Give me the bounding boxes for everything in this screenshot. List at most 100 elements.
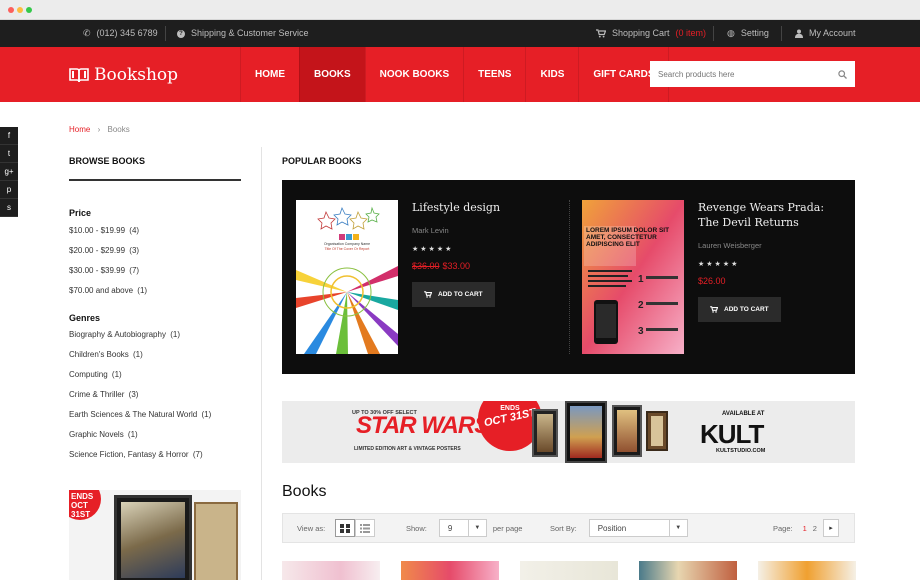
- nav-teens[interactable]: TEENS: [463, 47, 525, 102]
- caret-down-icon: ▼: [467, 520, 486, 536]
- genre-filter-item[interactable]: Children's Books (1): [69, 350, 241, 359]
- minimize-window-dot[interactable]: [17, 7, 23, 13]
- user-icon: [795, 29, 803, 38]
- book-thumbnail[interactable]: [758, 561, 856, 580]
- item-divider: [569, 200, 570, 354]
- book-title[interactable]: Revenge Wears Prada: The Devil Returns: [698, 200, 838, 230]
- chevron-right-icon: ▸: [829, 525, 833, 532]
- sort-group: Sort By: Position ▼: [550, 514, 688, 542]
- top-bar: ✆ (012) 345 6789 ? Shipping & Customer S…: [0, 20, 920, 47]
- nav-kids[interactable]: KIDS: [525, 47, 578, 102]
- rating-stars: ★★★★★: [698, 261, 740, 268]
- setting-link[interactable]: ◍ Setting: [727, 20, 769, 47]
- info-icon: ?: [177, 29, 185, 38]
- grid-view-button[interactable]: [335, 519, 356, 537]
- caret-down-icon: ▼: [668, 520, 687, 536]
- main-nav: HOME BOOKS NOOK BOOKS TEENS KIDS GIFT CA…: [240, 47, 670, 102]
- book-cover[interactable]: Organisation Company Name Title Of The C…: [296, 200, 398, 354]
- view-as-label: View as:: [297, 523, 326, 533]
- genre-filter-item[interactable]: Graphic Novels (1): [69, 430, 241, 439]
- my-account-link[interactable]: My Account: [795, 20, 856, 47]
- book-thumbnail[interactable]: [639, 561, 737, 580]
- pagination: Page: 1 2 ▸: [773, 514, 839, 542]
- book-title[interactable]: Lifestyle design: [412, 200, 552, 215]
- cart-icon: [710, 306, 718, 313]
- chevron-right-icon: ›: [97, 125, 101, 134]
- maximize-window-dot[interactable]: [26, 7, 32, 13]
- poster-frame: [646, 411, 668, 451]
- genre-filter-item[interactable]: Earth Sciences & The Natural World (1): [69, 410, 241, 419]
- price-filter-item[interactable]: $70.00 and above (1): [69, 286, 241, 295]
- cart-count: (0 item): [675, 28, 707, 38]
- cover-text: LOREM IPSUM DOLOR SIT AMET, CONSECTETUR …: [586, 227, 670, 248]
- twitter-icon[interactable]: t: [0, 145, 18, 163]
- genres-heading: Genres: [69, 313, 101, 323]
- genre-filter-item[interactable]: Crime & Thriller (3): [69, 390, 241, 399]
- svg-text:1: 1: [638, 274, 644, 285]
- browse-sidebar: BROWSE BOOKS Price $10.00 - $19.99 (4) $…: [69, 156, 241, 459]
- per-page-select[interactable]: 9 ▼: [438, 519, 487, 537]
- book-thumbnail[interactable]: [520, 561, 618, 580]
- page-link[interactable]: 2: [813, 524, 817, 533]
- price-filter-item[interactable]: $30.00 - $39.99 (7): [69, 266, 241, 275]
- sidebar-title: BROWSE BOOKS: [69, 156, 241, 181]
- book-cover[interactable]: 1 2 3 LOREM IPSUM DOLOR SIT AMET, CONSEC…: [582, 200, 684, 354]
- nav-nook-books[interactable]: NOOK BOOKS: [364, 47, 463, 102]
- svg-text:2: 2: [638, 300, 644, 311]
- globe-icon: ◍: [727, 28, 735, 38]
- cover-company: Organisation Company Name: [323, 242, 371, 246]
- promo-available-text: AVAILABLE AT: [722, 411, 765, 417]
- genre-filter-item[interactable]: Science Fiction, Fantasy & Horror (7): [69, 450, 241, 459]
- price-filter-item[interactable]: $10.00 - $19.99 (4): [69, 226, 241, 235]
- phone-icon: ✆: [83, 28, 91, 38]
- book-thumbnail[interactable]: [401, 561, 499, 580]
- books-heading: Books: [282, 483, 327, 500]
- next-page-button[interactable]: ▸: [822, 519, 839, 537]
- search-input[interactable]: [658, 69, 838, 79]
- shopping-cart-link[interactable]: Shopping Cart (0 item): [596, 20, 706, 47]
- add-to-cart-button[interactable]: ADD TO CART: [698, 297, 781, 322]
- poster-frame: [612, 405, 642, 457]
- search-icon[interactable]: [838, 69, 847, 79]
- promo-brand: KULT: [700, 419, 764, 449]
- skype-icon[interactable]: s: [0, 199, 18, 217]
- site-logo[interactable]: Bookshop: [69, 47, 178, 102]
- genre-filter-item[interactable]: Computing (1): [69, 370, 241, 379]
- account-label: My Account: [809, 28, 856, 38]
- promo-banner[interactable]: UP TO 30% OFF SELECT STAR WARS LIMITED E…: [282, 401, 855, 463]
- genre-filter-item[interactable]: Biography & Autobiography (1): [69, 330, 241, 339]
- nav-home[interactable]: HOME: [240, 47, 299, 102]
- sort-select[interactable]: Position ▼: [588, 519, 688, 537]
- old-price: $36.00: [412, 261, 440, 271]
- list-view-button[interactable]: [355, 519, 376, 537]
- sidebar-banner-badge: ENDS OCT 31ST: [69, 490, 101, 520]
- book-thumbnail[interactable]: [282, 561, 380, 580]
- per-page-label: per page: [492, 523, 523, 533]
- logo-text: Bookshop: [94, 64, 179, 85]
- book-price: $36.00 $33.00: [412, 261, 552, 271]
- breadcrumb-home[interactable]: Home: [69, 125, 90, 134]
- search-box: [650, 61, 855, 87]
- book-price: $26.00: [698, 276, 838, 286]
- sidebar-promo-banner[interactable]: ENDS OCT 31ST: [69, 490, 241, 580]
- poster-frame: [114, 495, 192, 580]
- book-author: Mark Levin: [412, 226, 449, 235]
- pinterest-icon[interactable]: p: [0, 181, 18, 199]
- page-link-current[interactable]: 1: [803, 524, 807, 533]
- book-logo-icon: [69, 67, 89, 82]
- per-page-value: 9: [447, 523, 453, 533]
- google-plus-icon[interactable]: g+: [0, 163, 18, 181]
- setting-label: Setting: [740, 28, 769, 38]
- show-label: Show:: [406, 523, 427, 533]
- shipping-link[interactable]: ? Shipping & Customer Service: [177, 20, 309, 47]
- nav-books[interactable]: BOOKS: [299, 47, 365, 102]
- close-window-dot[interactable]: [8, 7, 14, 13]
- column-divider: [261, 147, 262, 580]
- cart-icon: [596, 29, 606, 38]
- svg-text:3: 3: [638, 326, 644, 337]
- price-filter-item[interactable]: $20.00 - $29.99 (3): [69, 246, 241, 255]
- facebook-icon[interactable]: f: [0, 127, 18, 145]
- add-to-cart-button[interactable]: ADD TO CART: [412, 282, 495, 307]
- cart-icon: [424, 291, 432, 298]
- promo-headline: STAR WARS: [356, 412, 490, 439]
